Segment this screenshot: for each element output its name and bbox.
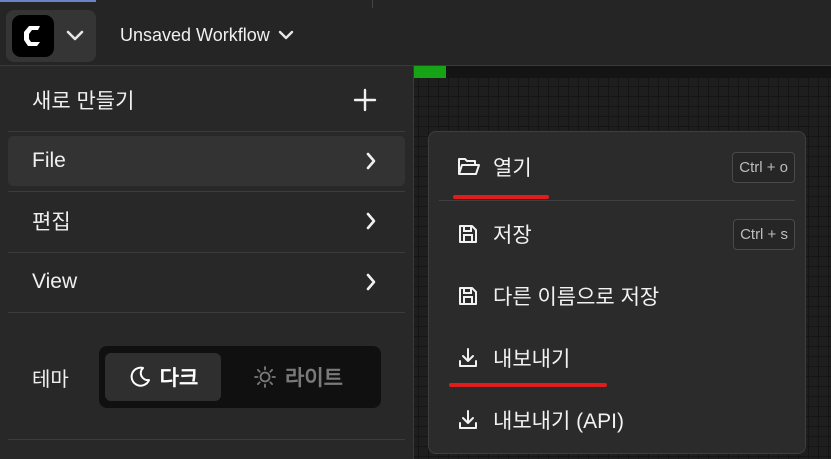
download-icon [457, 409, 483, 431]
chevron-right-icon [365, 212, 377, 230]
app-logo-icon [12, 15, 54, 57]
chevron-down-icon [278, 30, 294, 41]
submenu-item-export[interactable]: 내보내기 [439, 331, 795, 385]
chevron-down-icon [66, 30, 84, 42]
chevron-right-icon [365, 152, 377, 170]
workflow-title: Unsaved Workflow [120, 24, 270, 45]
theme-light-option[interactable]: 라이트 [221, 353, 375, 401]
highlight-underline [453, 195, 549, 199]
menu-item-view[interactable]: View [8, 257, 405, 307]
shortcut-badge: Ctrl + s [733, 218, 795, 250]
save-icon [457, 285, 483, 307]
menu-separator [8, 131, 405, 132]
download-icon [457, 347, 483, 369]
moon-icon [130, 366, 150, 387]
submenu-item-save[interactable]: 저장 Ctrl + s [439, 207, 795, 261]
highlight-underline [449, 383, 607, 387]
save-icon [457, 223, 483, 245]
menu-separator [8, 191, 405, 192]
theme-dark-option[interactable]: 다크 [105, 353, 221, 401]
menu-separator [8, 312, 405, 313]
sun-icon [254, 366, 276, 388]
submenu-item-label: 내보내기 [493, 348, 571, 371]
menu-item-label: 편집 [32, 211, 71, 234]
menu-item-file[interactable]: File [8, 136, 405, 186]
shortcut-badge: Ctrl + o [732, 151, 795, 183]
menu-separator [8, 252, 405, 253]
theme-dark-label: 다크 [159, 367, 199, 390]
theme-label: 테마 [32, 368, 69, 391]
menu-item-label: File [32, 149, 66, 172]
chevron-right-icon [365, 273, 377, 291]
top-accent-line [0, 0, 96, 2]
workflow-title-dropdown[interactable]: Unsaved Workflow [120, 22, 294, 48]
folder-open-icon [457, 156, 483, 178]
submenu-item-save-as[interactable]: 다른 이름으로 저장 [439, 269, 795, 323]
menu-item-label: 새로 만들기 [32, 90, 135, 113]
submenu-item-label: 저장 [493, 224, 532, 247]
menu-item-label: View [32, 270, 78, 293]
theme-toggle: 다크 라이트 [99, 346, 381, 408]
main-menu: 새로 만들기 File 편집 View 테마 다크 라이트 [0, 66, 414, 459]
submenu-item-label: 내보내기 (API) [493, 410, 624, 433]
menu-item-edit[interactable]: 편집 [8, 196, 405, 246]
plus-icon [353, 88, 377, 112]
submenu-item-label: 다른 이름으로 저장 [493, 286, 660, 309]
submenu-separator [439, 200, 795, 201]
app-menu-button[interactable] [6, 10, 96, 62]
theme-row: 테마 다크 라이트 [32, 346, 381, 408]
top-bar: Unsaved Workflow [0, 0, 831, 66]
menu-item-new[interactable]: 새로 만들기 [8, 75, 405, 125]
file-submenu: 열기 Ctrl + o 저장 Ctrl + s 다른 이름으로 저장 내보내기 … [428, 131, 806, 454]
theme-light-label: 라이트 [285, 367, 343, 390]
submenu-item-export-api[interactable]: 내보내기 (API) [439, 393, 795, 447]
menu-separator [8, 439, 405, 440]
progress-bar [408, 66, 831, 78]
submenu-item-label: 열기 [493, 157, 532, 180]
top-divider [372, 0, 373, 8]
submenu-item-open[interactable]: 열기 Ctrl + o [439, 140, 795, 194]
